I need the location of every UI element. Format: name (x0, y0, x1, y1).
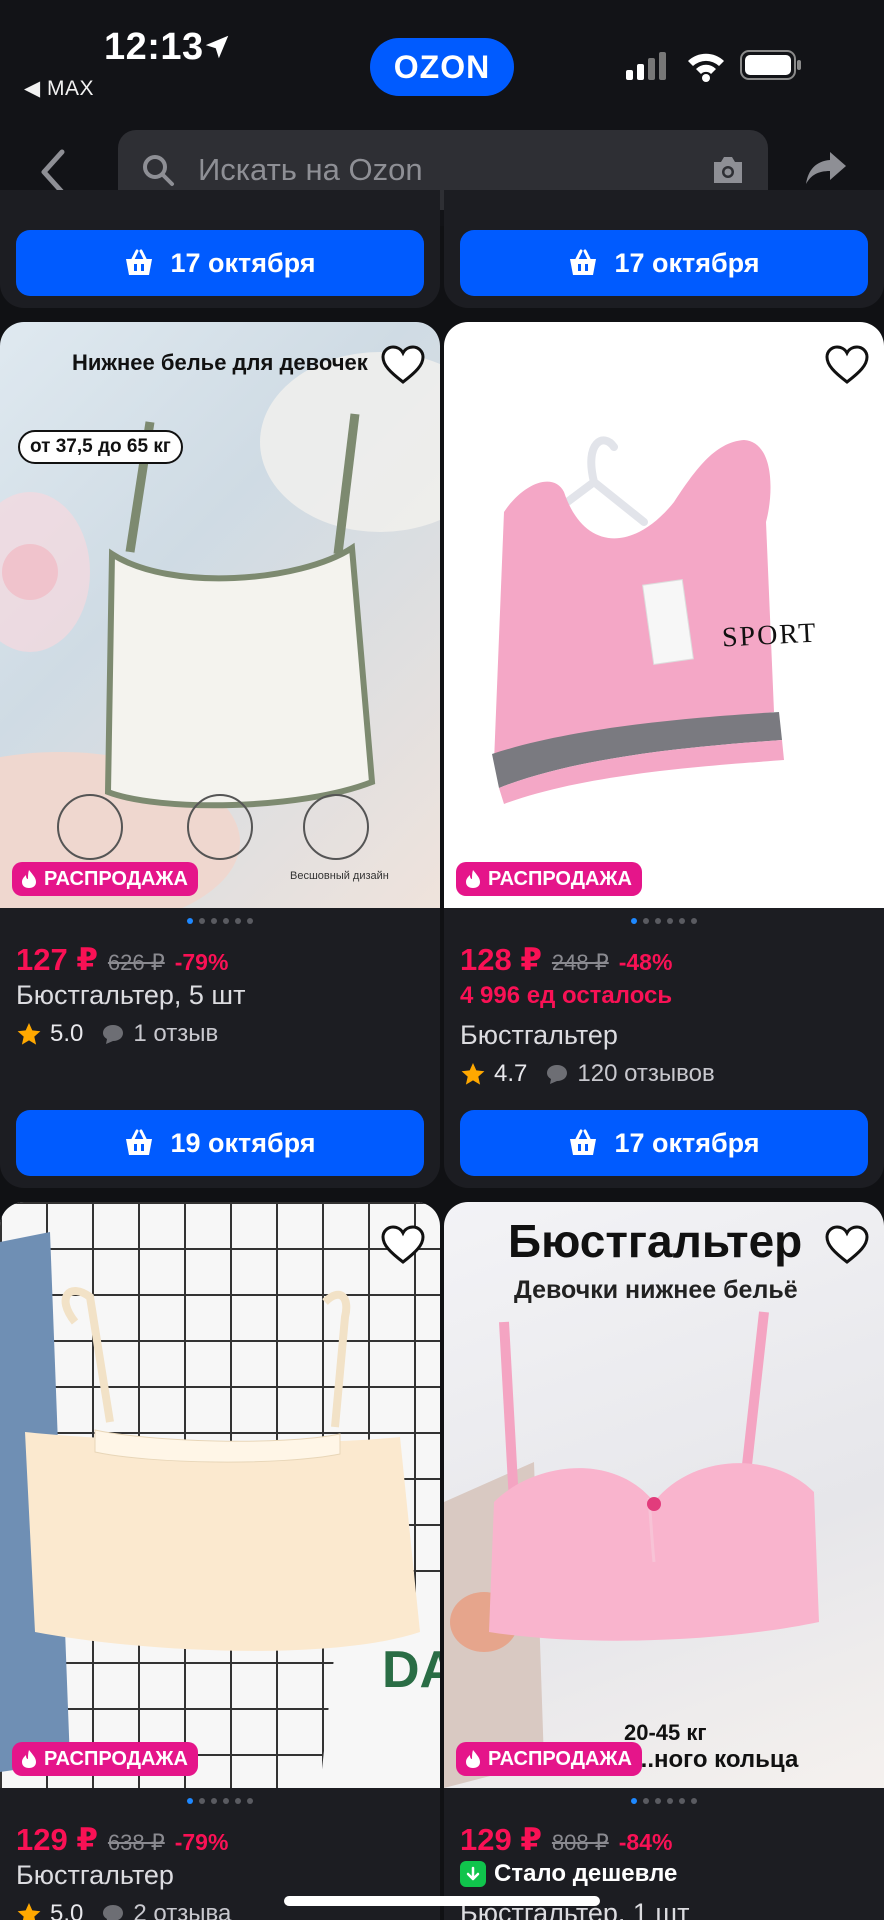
discount: -79% (174, 949, 229, 975)
rating-row: 4.7 120 отзывов (460, 1060, 715, 1088)
rating-row: 5.0 2 отзыва (16, 1900, 231, 1920)
old-price: 626 ₽ (107, 950, 165, 975)
favorite-heart-icon[interactable] (824, 1224, 870, 1266)
basket-icon (570, 1129, 597, 1155)
camera-icon[interactable] (710, 154, 746, 186)
discount: -79% (174, 1829, 229, 1855)
share-icon[interactable] (804, 148, 848, 188)
delivery-date: 17 октября (614, 247, 760, 278)
delivery-date: 19 октября (170, 1127, 316, 1158)
basket-icon (126, 1129, 153, 1155)
product-photo[interactable]: Бюстгальтер Девочки нижнее бельё 20-45 к… (444, 1202, 884, 1788)
star-icon (17, 1903, 41, 1920)
fire-icon (466, 870, 480, 888)
reviews-count[interactable]: 2 отзыва (133, 1900, 231, 1920)
old-price: 638 ₽ (107, 1830, 165, 1855)
photo-subtitle: Девочки нижнее бельё (514, 1276, 798, 1304)
rating-value: 4.7 (494, 1060, 528, 1087)
product-card[interactable]: DA РАСПРОДАЖА 129 ₽ 638 ₽ -79% Бюстгальт… (0, 1202, 440, 1920)
old-price: 248 ₽ (551, 950, 609, 975)
star-icon (461, 1063, 485, 1085)
product-photo[interactable]: DA РАСПРОДАЖА (0, 1202, 440, 1788)
comment-icon (103, 1905, 124, 1920)
status-bar: 12:13 ◀ MAX OZON (0, 0, 884, 120)
home-indicator[interactable] (284, 1896, 600, 1906)
buy-button[interactable]: 17 октября (460, 1110, 868, 1176)
bra-illustration (492, 436, 784, 804)
product-photo[interactable]: SPORT РАСПРОДАЖА (444, 322, 884, 908)
delivery-date: 17 октября (614, 1127, 760, 1158)
photo-title: Нижнее белье для девочек (72, 350, 368, 375)
product-card[interactable]: SPORT РАСПРОДАЖА 128 ₽ 248 ₽ -48% 4 996 … (444, 322, 884, 1188)
old-price: 808 ₽ (551, 1830, 609, 1855)
fire-icon (22, 1750, 36, 1768)
photo-pager (444, 918, 884, 924)
rating-row: 5.0 1 отзыв (16, 1020, 218, 1048)
buy-button[interactable]: 17 октября (460, 230, 868, 296)
wifi-icon (688, 53, 724, 82)
fire-icon (22, 870, 36, 888)
basket-icon (570, 249, 597, 275)
sale-badge: РАСПРОДАЖА (12, 1742, 198, 1776)
product-card[interactable]: Бюстгальтер Девочки нижнее бельё 20-45 к… (444, 1202, 884, 1920)
price-row: 128 ₽ 248 ₽ -48% (460, 942, 672, 978)
sale-badge: РАСПРОДАЖА (456, 862, 642, 896)
product-card[interactable]: Нижнее белье для девочек от 37,5 до 65 к… (0, 322, 440, 1188)
photo-text: DA (382, 1641, 440, 1699)
location-arrow-icon (205, 35, 229, 59)
star-icon (17, 1023, 41, 1045)
photo-weight: от 37,5 до 65 кг (18, 430, 183, 464)
stock-left: 4 996 ед осталось (460, 982, 673, 1009)
back-to-app-link[interactable]: ◀ MAX (24, 76, 94, 101)
photo-text: SPORT (721, 617, 819, 654)
delivery-date: 17 октября (170, 247, 316, 278)
ozon-logo: OZON (370, 38, 514, 96)
buy-button[interactable]: 17 октября (16, 230, 424, 296)
bra-illustration (0, 352, 440, 908)
price: 128 ₽ (460, 942, 542, 977)
price: 129 ₽ (16, 1822, 98, 1857)
favorite-heart-icon[interactable] (380, 344, 426, 386)
buy-button[interactable]: 19 октября (16, 1110, 424, 1176)
price-row: 129 ₽ 638 ₽ -79% (16, 1822, 228, 1858)
fire-icon (466, 1750, 480, 1768)
product-card-partial: 17 октября (444, 190, 884, 308)
product-name: Бюстгальтер, 5 шт (16, 980, 246, 1010)
discount: -84% (618, 1829, 673, 1855)
search-icon (143, 155, 174, 186)
product-name: Бюстгальтер (16, 1860, 174, 1890)
status-time: 12:13 (104, 26, 204, 68)
photo-title: Бюстгальтер (508, 1215, 803, 1267)
comment-icon (103, 1025, 124, 1044)
price-row: 127 ₽ 626 ₽ -79% (16, 942, 228, 978)
reviews-count[interactable]: 1 отзыв (133, 1020, 218, 1048)
reviews-count[interactable]: 120 отзывов (577, 1060, 714, 1088)
price-drop-badge: Стало дешевле (460, 1860, 677, 1888)
cellular-signal-icon (626, 52, 666, 80)
price-row: 129 ₽ 808 ₽ -84% (460, 1822, 672, 1858)
comment-icon (547, 1065, 568, 1084)
photo-pager (444, 1798, 884, 1804)
product-card-partial: 17 октября (0, 190, 440, 308)
price: 129 ₽ (460, 1822, 542, 1857)
product-photo[interactable]: Нижнее белье для девочек от 37,5 до 65 к… (0, 322, 440, 908)
basket-icon (126, 249, 153, 275)
favorite-heart-icon[interactable] (824, 344, 870, 386)
discount: -48% (618, 949, 673, 975)
photo-pager (0, 1798, 440, 1804)
rating-value: 5.0 (50, 1900, 84, 1920)
price: 127 ₽ (16, 942, 98, 977)
rating-value: 5.0 (50, 1020, 84, 1047)
bra-illustration (0, 1232, 440, 1788)
favorite-heart-icon[interactable] (380, 1224, 426, 1266)
arrow-down-icon (460, 1861, 486, 1887)
product-name: Бюстгальтер (460, 1020, 618, 1050)
photo-caption: Весшовный дизайн (290, 870, 389, 882)
photo-caption: ...ного кольца (634, 1746, 799, 1773)
battery-icon (740, 50, 801, 80)
sale-badge: РАСПРОДАЖА (456, 1742, 642, 1776)
photo-pager (0, 918, 440, 924)
sale-badge: РАСПРОДАЖА (12, 862, 198, 896)
